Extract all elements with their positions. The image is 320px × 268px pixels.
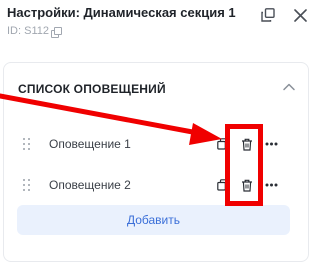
section-title: СПИСОК ОПОВЕЩЕНИЙ <box>18 82 166 96</box>
panel-id: ID: S112 <box>7 25 62 38</box>
drag-handle-icon[interactable] <box>22 179 32 191</box>
add-notification-button[interactable]: Добавить <box>17 205 290 235</box>
annotation-highlight-box <box>225 124 263 206</box>
panel-id-text: ID: S112 <box>7 25 49 37</box>
drag-handle-icon[interactable] <box>22 138 32 150</box>
panel-title: Настройки: Динамическая секция 1 <box>7 5 236 20</box>
notifications-section: СПИСОК ОПОВЕЩЕНИЙ Оповещение 1 Оповещени… <box>3 62 309 262</box>
close-button[interactable] <box>291 6 309 24</box>
copy-id-icon[interactable] <box>51 26 62 38</box>
more-horizontal-icon[interactable] <box>264 137 278 151</box>
notification-label[interactable]: Оповещение 1 <box>49 137 131 151</box>
notification-label[interactable]: Оповещение 2 <box>49 178 131 192</box>
chevron-up-icon <box>283 83 295 91</box>
close-icon <box>293 8 307 22</box>
popout-icon <box>261 8 275 22</box>
popout-button[interactable] <box>259 6 277 24</box>
collapse-button[interactable] <box>281 79 297 95</box>
more-horizontal-icon[interactable] <box>264 178 278 192</box>
settings-panel: Настройки: Динамическая секция 1 ID: S11… <box>0 0 312 268</box>
